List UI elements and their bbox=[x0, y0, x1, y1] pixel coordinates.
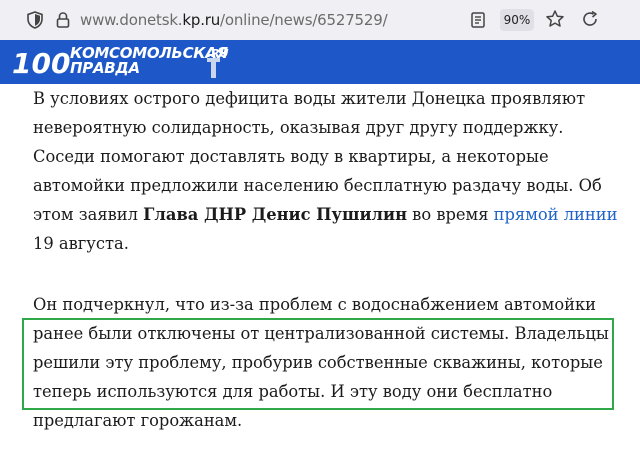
url-path: /online/news/6527529/ bbox=[220, 11, 388, 29]
bookmark-star-icon[interactable] bbox=[545, 9, 565, 29]
ru-badge: .RU bbox=[207, 47, 229, 78]
site-header: 100 КОМСОМОЛЬСКАЯ ПРАВДА .RU bbox=[0, 40, 640, 84]
p1-text-3: 19 августа. bbox=[33, 234, 129, 253]
reader-view-icon[interactable] bbox=[470, 11, 486, 29]
p1-text-1: В условиях острого дефицита воды жители … bbox=[33, 89, 602, 224]
reload-icon[interactable] bbox=[580, 9, 600, 29]
article-paragraph-1: В условиях острого дефицита воды жители … bbox=[33, 84, 623, 258]
url-prefix: www.donetsk. bbox=[80, 11, 183, 29]
url-host: kp.ru bbox=[182, 11, 221, 29]
ru-badge-text: .RU bbox=[207, 47, 229, 60]
lock-icon[interactable] bbox=[56, 11, 70, 29]
logo-number: 100 bbox=[12, 47, 70, 80]
p1-text-2: во время bbox=[407, 205, 494, 224]
p1-bold-name: Глава ДНР Денис Пушилин bbox=[143, 205, 407, 224]
shield-icon[interactable] bbox=[26, 11, 44, 29]
zoom-level-button[interactable]: 90% bbox=[500, 9, 534, 31]
browser-url-bar[interactable]: www.donetsk.kp.ru/online/news/6527529/ 9… bbox=[0, 0, 640, 40]
url-text[interactable]: www.donetsk.kp.ru/online/news/6527529/ bbox=[80, 11, 388, 29]
direct-line-link[interactable]: прямой линии bbox=[494, 205, 618, 224]
article-paragraph-2: Он подчеркнул, что из-за проблем с водос… bbox=[33, 295, 609, 430]
kp-100-logo[interactable]: 100 bbox=[10, 44, 70, 80]
